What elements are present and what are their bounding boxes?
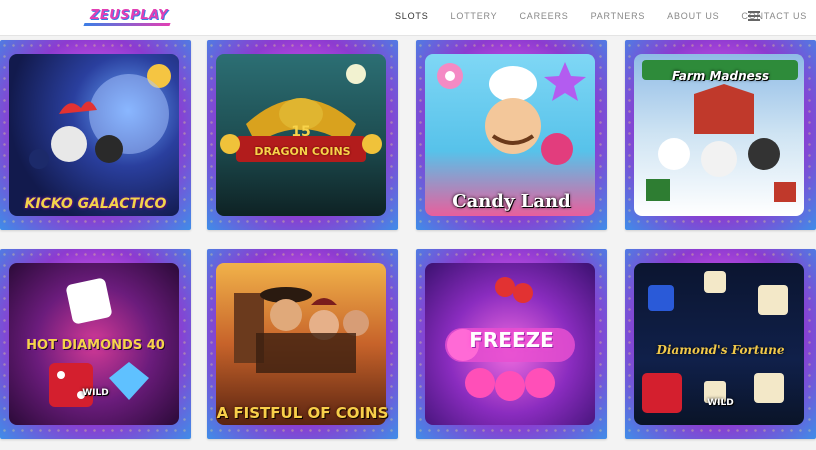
planet-icon	[29, 64, 171, 169]
logo-underline	[83, 23, 171, 26]
dragon-icon: 15	[220, 64, 382, 162]
game-tile-kicko-galactico[interactable]: KICKO GALACTICO	[0, 40, 191, 230]
wild-badge: WILD	[707, 398, 734, 409]
nav-partners[interactable]: PARTNERS	[591, 11, 646, 21]
game-title: KICKO GALACTICO	[24, 195, 167, 212]
site-header: ZEUSPLAY SLOTS LOTTERY CAREERS PARTNERS …	[0, 0, 816, 36]
nav-careers[interactable]: CAREERS	[519, 11, 568, 21]
game-title: Diamond's Fortune	[656, 342, 785, 357]
zeusplay-logo[interactable]: ZEUSPLAY	[90, 8, 168, 23]
game-title: FREEZE	[469, 328, 554, 352]
game-title: Candy Land	[452, 191, 571, 213]
game-tile-candy-land[interactable]: Candy Land	[416, 40, 607, 230]
game-tile-freeze[interactable]: FREEZE	[416, 249, 607, 439]
cowboys-icon	[234, 287, 369, 373]
game-title: Farm Madness	[671, 69, 770, 83]
wild-badge: WILD	[82, 388, 109, 399]
game-title: DRAGON COINS	[254, 144, 351, 158]
game-tile-a-fistful-of-coins[interactable]: A FISTFUL OF COINS	[207, 249, 398, 439]
game-tile-farm-madness[interactable]: Farm Madness	[625, 40, 816, 230]
nav-slots[interactable]: SLOTS	[395, 11, 429, 21]
game-tile-dragon-coins[interactable]: 15 DRAGON COINS	[207, 40, 398, 230]
hamburger-icon[interactable]	[748, 11, 760, 21]
game-title: A FISTFUL OF COINS	[216, 403, 389, 422]
nav-lottery[interactable]: LOTTERY	[451, 11, 498, 21]
game-tile-diamonds-fortune[interactable]: Diamond's Fortune WILD	[625, 249, 816, 439]
game-tile-hot-diamonds-40[interactable]: HOT DIAMONDS 40 WILD	[0, 249, 191, 439]
badge-text: 15	[291, 124, 310, 140]
nav-about-us[interactable]: ABOUT US	[667, 11, 719, 21]
game-title: HOT DIAMONDS 40	[26, 337, 165, 353]
